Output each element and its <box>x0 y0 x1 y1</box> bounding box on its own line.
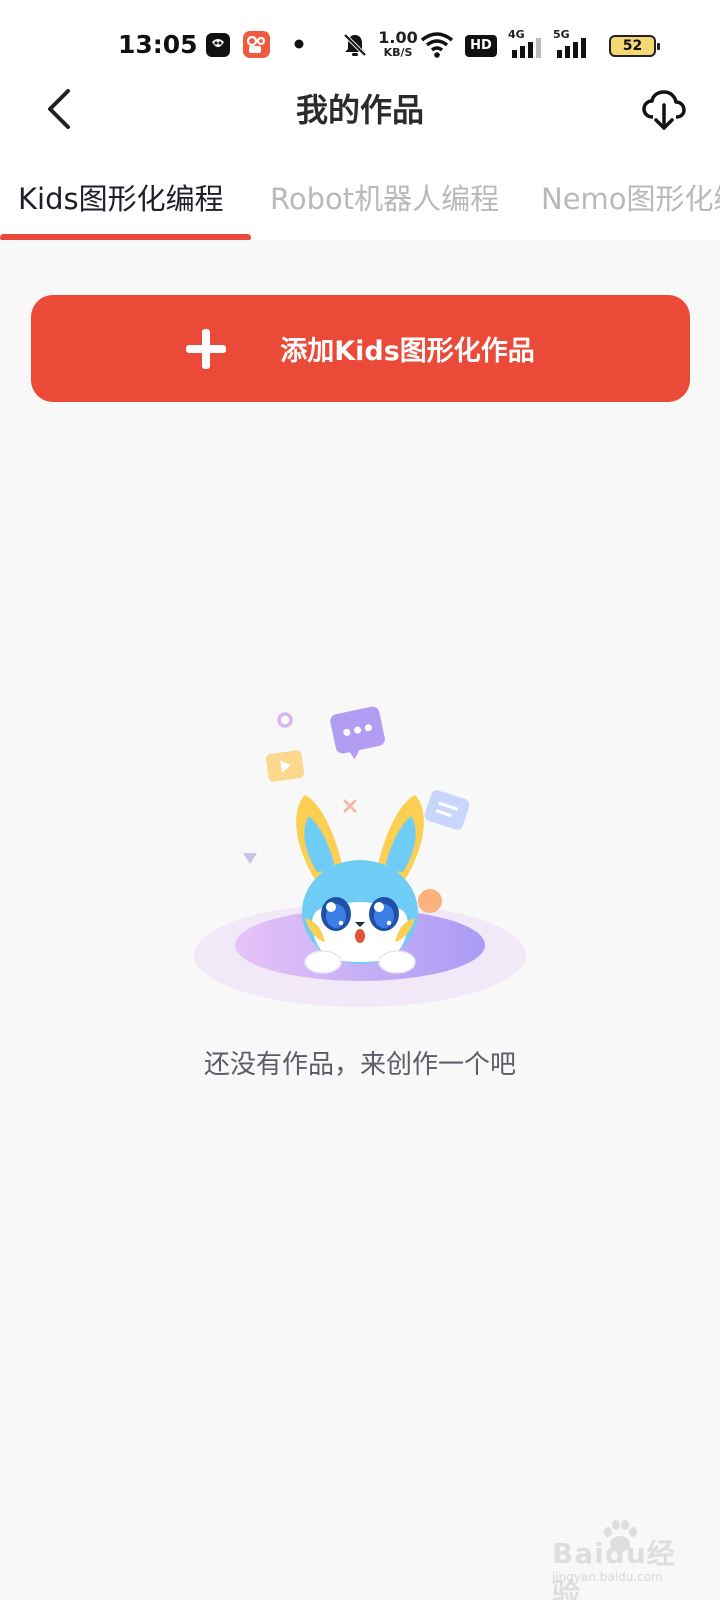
add-work-button[interactable]: 添加Kids图形化作品 <box>31 295 690 402</box>
cloud-download-icon <box>642 90 686 130</box>
tab-robot[interactable]: Robot机器人编程 <box>270 176 499 218</box>
status-time: 13:05 <box>118 30 198 59</box>
signal-5g-icon: 5G <box>553 28 589 58</box>
active-tab-indicator <box>0 234 251 240</box>
category-tabs: Kids图形化编程 Robot机器人编程 Nemo图形化编程 <box>0 170 720 240</box>
empty-state-illustration <box>194 706 526 1007</box>
page-title: 我的作品 <box>295 91 424 129</box>
notification-dot-icon <box>294 39 304 49</box>
network-speed: 1.00 KB/S <box>378 28 418 59</box>
add-work-label: 添加Kids图形化作品 <box>280 336 535 367</box>
empty-state-message: 还没有作品，来创作一个吧 <box>203 1050 516 1080</box>
hd-voice-icon: HD <box>465 35 497 57</box>
plus-icon <box>186 328 227 369</box>
battery-icon: 52 <box>609 35 660 57</box>
app-notification-icon <box>206 33 230 57</box>
mute-bell-icon <box>343 33 367 57</box>
cloud-download-button[interactable] <box>640 90 690 134</box>
tab-nemo[interactable]: Nemo图形化编程 <box>541 176 720 218</box>
signal-4g-icon: 4G <box>508 28 542 58</box>
status-bar: 13:05 1.00 KB/S HD 4G 5G 52 <box>0 0 720 90</box>
watermark-text: Baidu经验 <box>552 1537 676 1600</box>
watermark-url: jingyan.baidu.com <box>552 1570 663 1584</box>
app-kuaishou-icon <box>243 31 270 58</box>
wifi-icon <box>420 32 454 58</box>
baidu-watermark: Baidu经验 jingyan.baidu.com <box>548 1520 688 1600</box>
tab-kids[interactable]: Kids图形化编程 <box>18 176 224 218</box>
